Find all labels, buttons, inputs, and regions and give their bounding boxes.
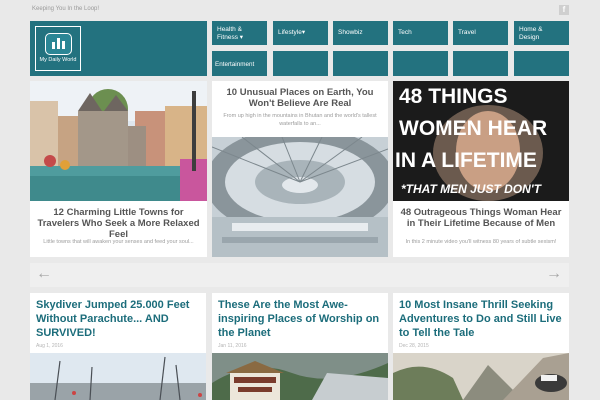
site-tagline: Keeping You In the Loop! [32,6,100,12]
post-image-skydiver[interactable] [30,353,206,400]
video-text-line: 48 THINGS [399,85,508,108]
nav-item-home-design[interactable]: Home & Design [514,21,569,45]
post-image-temple[interactable] [212,353,388,400]
facebook-icon[interactable]: f [559,5,569,15]
nav-item-empty [393,51,448,76]
chart-bars-icon [45,33,72,55]
top-bar: Keeping You In the Loop! f [0,0,600,20]
post-date: Dec 28, 2015 [399,343,429,349]
featured-image-structure[interactable] [212,137,388,257]
featured-desc: In this 2 minute video you'll witness 80… [405,239,557,245]
featured-card[interactable]: 10 Unusual Places on Earth, You Won't Be… [212,81,388,257]
post-image-adventure[interactable] [393,353,569,400]
featured-desc: From up high in the mountains in Bhutan … [223,113,377,127]
post-title[interactable]: 10 Most Insane Thrill Seeking Adventures… [399,298,565,340]
featured-card[interactable]: 48 THINGS WOMEN HEAR IN A LIFETIME *THAT… [393,81,569,257]
arrow-right-icon[interactable]: → [546,265,562,283]
post-card[interactable]: Skydiver Jumped 25.000 Feet Without Para… [30,293,206,400]
nav-item-empty [333,51,388,76]
arrow-left-icon[interactable]: ← [36,265,52,283]
video-text-line: IN A LIFETIME [395,149,537,172]
nav-item-tech[interactable]: Tech [393,21,448,45]
post-card[interactable]: These Are the Most Awe-inspiring Places … [212,293,388,400]
nav-item-health-fitness[interactable]: Health & Fitness ▾ [212,21,267,45]
nav-item-travel[interactable]: Travel [453,21,508,45]
nav-item-lifestyle[interactable]: Lifestyle▾ [273,21,328,45]
site-logo[interactable]: My Daily World [35,26,81,71]
post-title[interactable]: Skydiver Jumped 25.000 Feet Without Para… [36,298,202,340]
nav-item-empty [273,51,328,76]
nav-item-showbiz[interactable]: Showbiz [333,21,388,45]
video-text-line: *THAT MEN JUST DON'T [401,182,541,196]
featured-title[interactable]: 10 Unusual Places on Earth, You Won't Be… [216,87,384,109]
logo-text: My Daily World [39,57,77,63]
featured-title[interactable]: 12 Charming Little Towns for Travelers W… [34,207,203,240]
featured-desc: Little towns that will awaken your sense… [43,239,194,245]
featured-title[interactable]: 48 Outrageous Things Woman Hear in Their… [397,207,565,229]
slider-controls: ← → [30,263,569,287]
video-text-line: WOMEN HEAR [399,117,548,140]
featured-image-video[interactable]: 48 THINGS WOMEN HEAR IN A LIFETIME *THAT… [393,81,569,201]
nav-item-entertainment[interactable]: Entertainment [212,51,267,76]
post-date: Jan 11, 2016 [218,343,247,349]
featured-card[interactable]: 12 Charming Little Towns for Travelers W… [30,81,207,257]
nav-item-empty [453,51,508,76]
post-card[interactable]: 10 Most Insane Thrill Seeking Adventures… [393,293,569,400]
featured-image-town[interactable] [30,81,207,201]
post-date: Aug 1, 2016 [36,343,63,349]
post-title[interactable]: These Are the Most Awe-inspiring Places … [218,298,384,340]
nav-item-empty [514,51,569,76]
